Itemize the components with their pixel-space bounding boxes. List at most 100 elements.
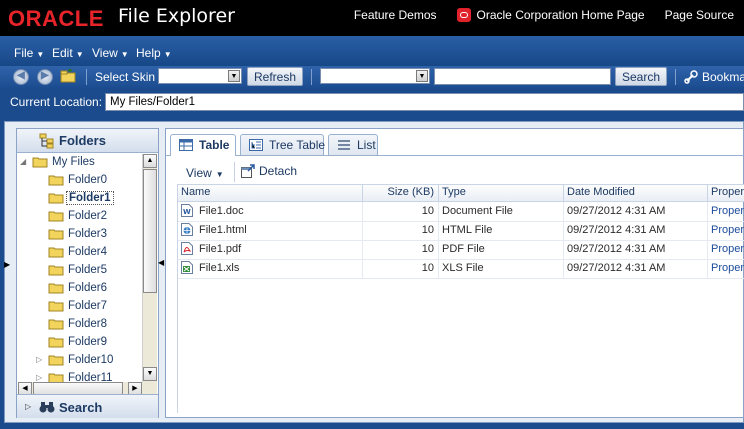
skin-select[interactable]: ▼: [158, 68, 242, 84]
properties-link[interactable]: Properties: [708, 259, 744, 278]
menu-edit[interactable]: Edit ▼: [52, 46, 84, 60]
tree-item-label: Folder8: [68, 318, 107, 330]
properties-link[interactable]: Properties: [708, 221, 744, 240]
refresh-button[interactable]: Refresh: [247, 67, 303, 86]
tree-item-folder11[interactable]: ▷ Folder11: [18, 370, 142, 382]
folder-icon: [48, 355, 64, 366]
chevron-down-icon: ▼: [215, 170, 224, 179]
cell-type: PDF File: [439, 240, 564, 259]
word-file-icon: W: [181, 204, 193, 217]
svg-text:W: W: [183, 208, 191, 216]
cell-type: HTML File: [439, 221, 564, 240]
tree-item-folder8[interactable]: Folder8: [18, 316, 142, 334]
bookmark-icon[interactable]: [684, 70, 698, 84]
column-header-type[interactable]: Type: [439, 185, 564, 201]
tree-item-label: Folder11: [68, 372, 113, 382]
tree-item-folder5[interactable]: Folder5: [18, 262, 142, 280]
tree-item-label: Folder0: [68, 174, 107, 186]
folder-icon: [48, 373, 64, 382]
scroll-thumb[interactable]: [143, 169, 157, 293]
tab-divider: [166, 155, 743, 156]
menu-help[interactable]: Help ▼: [136, 46, 172, 60]
toolbar-separator: [675, 69, 676, 85]
tree-item-folder7[interactable]: Folder7: [18, 298, 142, 316]
folder-icon: [48, 301, 64, 312]
oracle-icon: [456, 8, 471, 22]
location-bar: Current Location: My Files/Folder1: [0, 90, 744, 114]
tab-label: List: [357, 138, 376, 152]
cell-name: File1.html: [178, 221, 363, 240]
tab-list[interactable]: List: [328, 134, 378, 155]
tab-tree-table[interactable]: Tree Table: [240, 134, 325, 155]
tree-item-label: My Files: [52, 156, 95, 168]
tree-item-folder10[interactable]: ▷ Folder10: [18, 352, 142, 370]
column-header-size[interactable]: Size (KB): [363, 185, 439, 201]
detach-button[interactable]: Detach: [241, 164, 297, 178]
tree-item-label-selected: Folder1: [66, 191, 114, 205]
app-title: File Explorer: [118, 5, 235, 27]
tab-label: Table: [199, 138, 230, 152]
cell-type: Document File: [439, 202, 564, 221]
tree-item-label: Folder4: [68, 246, 107, 258]
tree-table-icon: [249, 139, 263, 151]
back-icon[interactable]: ◀: [13, 69, 29, 85]
tree-item-folder9[interactable]: Folder9: [18, 334, 142, 352]
properties-link[interactable]: Properties: [708, 240, 744, 259]
collapse-right-icon[interactable]: ◀: [158, 258, 164, 267]
bookmark-link[interactable]: Bookmark: [702, 70, 744, 84]
cell-size: 10: [363, 221, 439, 240]
table-row[interactable]: W File1.doc 10 Document File 09/27/2012 4…: [178, 202, 744, 222]
chevron-right-icon[interactable]: ▷: [36, 373, 42, 382]
files-table: Name Size (KB) Type Date Modified Proper…: [177, 184, 744, 413]
current-location-field[interactable]: My Files/Folder1: [105, 93, 744, 111]
oracle-home-link[interactable]: Oracle Corporation Home Page: [477, 8, 645, 22]
tree-item-label: Folder9: [68, 336, 107, 348]
toolbar-separator: [234, 162, 235, 182]
scroll-down-icon[interactable]: ▼: [143, 367, 157, 381]
tree-item-label: Folder5: [68, 264, 107, 276]
cell-size: 10: [363, 202, 439, 221]
chevron-right-icon[interactable]: ▷: [36, 355, 42, 364]
column-header-date[interactable]: Date Modified: [564, 185, 708, 201]
tab-table[interactable]: Table: [170, 134, 236, 156]
tree-item-folder4[interactable]: Folder4: [18, 244, 142, 262]
menu-file[interactable]: File ▼: [14, 46, 44, 60]
properties-link[interactable]: Properties: [708, 202, 744, 221]
tree-item-folder2[interactable]: Folder2: [18, 208, 142, 226]
list-icon: [338, 140, 350, 150]
chevron-down-icon[interactable]: ◢: [20, 157, 26, 166]
tree-item-folder3[interactable]: Folder3: [18, 226, 142, 244]
folder-icon: [48, 193, 64, 204]
page-source-link[interactable]: Page Source: [665, 8, 734, 22]
folder-up-icon[interactable]: [60, 69, 76, 83]
app-header: ORACLE File Explorer Feature Demos Oracl…: [0, 0, 744, 36]
scroll-up-icon[interactable]: ▲: [143, 154, 157, 168]
view-menu-button[interactable]: View ▼: [186, 166, 224, 180]
cell-name: W File1.doc: [178, 202, 363, 221]
tree-vertical-scrollbar[interactable]: ▲ ▼: [142, 154, 157, 382]
search-button[interactable]: Search: [615, 67, 667, 86]
tree-item-folder1[interactable]: Folder1: [18, 190, 142, 208]
tree-item-folder6[interactable]: Folder6: [18, 280, 142, 298]
folder-tree: ◢ My Files Folder0 Folder1 Folder2 Folde…: [18, 154, 142, 382]
table-row[interactable]: File1.xls 10 XLS File 09/27/2012 4:31 AM…: [178, 259, 744, 279]
collapse-left-icon[interactable]: ▶: [4, 260, 10, 269]
search-type-select[interactable]: ▼: [320, 68, 430, 84]
folder-tree-icon: [39, 133, 54, 149]
menu-view[interactable]: View ▼: [92, 46, 129, 60]
table-row[interactable]: File1.html 10 HTML File 09/27/2012 4:31 …: [178, 221, 744, 241]
tree-item-folder0[interactable]: Folder0: [18, 172, 142, 190]
folders-accordion-header[interactable]: Folders: [17, 129, 158, 153]
content-panel: Table Tree Table List View ▼ Detach Name …: [165, 128, 744, 418]
search-input[interactable]: [434, 68, 611, 85]
search-accordion-header[interactable]: ▷ Search: [17, 394, 158, 418]
forward-icon[interactable]: ▶: [37, 69, 53, 85]
folder-icon: [48, 265, 64, 276]
feature-demos-link[interactable]: Feature Demos: [354, 8, 437, 22]
tree-item-my-files[interactable]: ◢ My Files: [18, 154, 142, 172]
menu-bar: File ▼ Edit ▼ View ▼ Help ▼: [0, 36, 744, 66]
column-header-properties[interactable]: Properties: [708, 185, 744, 201]
table-row[interactable]: File1.pdf 10 PDF File 09/27/2012 4:31 AM…: [178, 240, 744, 260]
column-header-name[interactable]: Name: [178, 185, 363, 201]
cell-name: File1.xls: [178, 259, 363, 278]
